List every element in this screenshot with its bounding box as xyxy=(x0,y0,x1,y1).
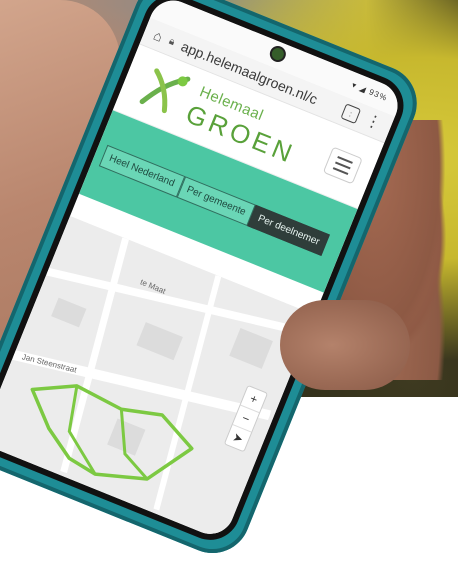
home-icon[interactable]: ⌂ xyxy=(151,27,165,45)
hamburger-menu-button[interactable] xyxy=(322,146,363,185)
filter-heel-nederland[interactable]: Heel Nederland xyxy=(98,144,185,198)
hand-finger-bottom xyxy=(280,300,410,390)
filter-per-gemeente[interactable]: Per gemeente xyxy=(176,176,257,227)
tabs-icon[interactable]: : xyxy=(340,103,362,125)
status-icons: ▾ ◢ 93% xyxy=(350,80,389,103)
filter-per-deelnemer[interactable]: Per deelnemer xyxy=(247,204,330,256)
lock-icon: 🔒︎ xyxy=(167,35,177,48)
hamburger-line xyxy=(332,167,349,175)
more-menu-icon[interactable]: ⋮ xyxy=(363,111,384,133)
front-camera-icon xyxy=(270,46,286,62)
